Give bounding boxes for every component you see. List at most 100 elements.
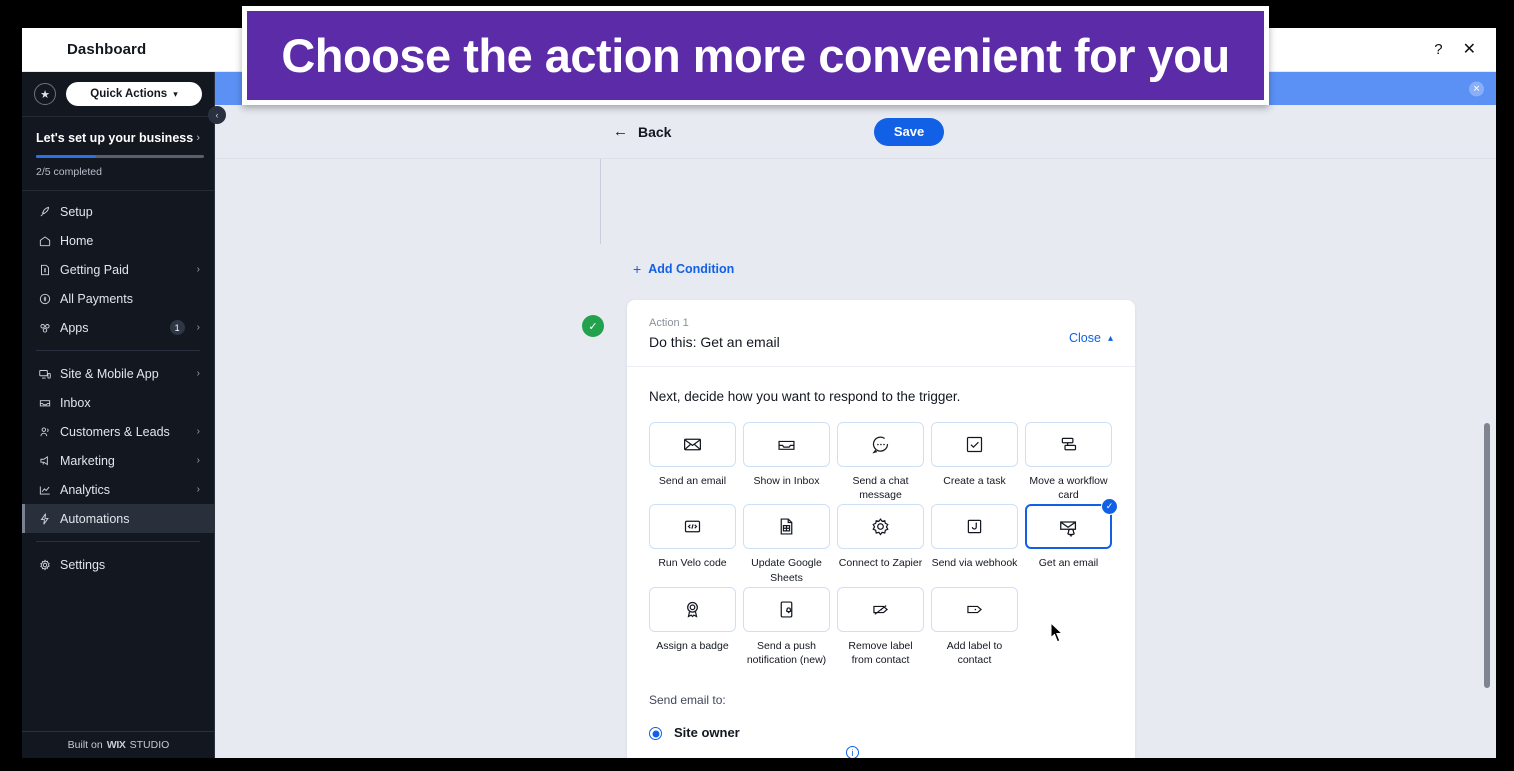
chevron-right-icon: ›	[196, 484, 200, 495]
action-tiles-grid: Send an email Show in Inbox Send a chat …	[649, 422, 1118, 667]
sidebar-item-getting-paid[interactable]: Getting Paid ›	[22, 255, 214, 284]
vertical-scrollbar[interactable]	[1484, 423, 1490, 688]
gear-icon	[38, 558, 60, 572]
sidebar-item-all-payments[interactable]: All Payments	[22, 284, 214, 313]
tile-label: Create a task	[943, 475, 1006, 487]
tile-box[interactable]	[837, 422, 924, 467]
tile-box[interactable]	[1025, 422, 1112, 467]
inbox-icon	[38, 396, 60, 410]
tag-slash-icon	[870, 599, 891, 620]
tile-label: Send an email	[658, 475, 727, 487]
tile-box[interactable]	[649, 504, 736, 550]
chat-bubble-icon	[870, 434, 891, 455]
chevron-right-icon: ›	[196, 455, 200, 466]
radio-button[interactable]	[649, 727, 662, 741]
action-tile-run-velo-code[interactable]: Run Velo code	[649, 504, 736, 584]
action-tile-move-a-workflow-card[interactable]: Move a workflow card	[1025, 422, 1112, 502]
action-status-check-icon: ✓	[582, 315, 604, 337]
info-icon[interactable]: i	[846, 746, 859, 758]
sidebar-footer: Built on WIX STUDIO	[22, 731, 215, 758]
sidebar-item-marketing[interactable]: Marketing ›	[22, 446, 214, 475]
action-card-title: Do this: Get an email	[649, 334, 780, 350]
tile-box[interactable]	[743, 586, 830, 632]
chevron-right-icon: ›	[196, 264, 200, 275]
tile-box[interactable]	[837, 586, 924, 632]
action-tile-get-an-email[interactable]: ✓ Get an email	[1025, 498, 1118, 584]
sidebar-item-setup[interactable]: Setup	[22, 197, 214, 226]
star-icon[interactable]: ★	[34, 83, 56, 105]
workflow-cards-icon	[1058, 434, 1079, 455]
action-tile-remove-label-from-contact[interactable]: Remove label from contact	[837, 586, 924, 667]
sidebar-collapse-button[interactable]: ‹	[208, 106, 226, 124]
tile-box[interactable]	[649, 422, 736, 467]
sidebar-item-label: Customers & Leads	[60, 424, 170, 439]
tile-box[interactable]	[931, 586, 1018, 632]
apps-icon	[38, 321, 60, 335]
tile-box[interactable]	[837, 504, 924, 550]
sidebar-divider	[36, 350, 200, 351]
gear-icon	[870, 516, 891, 537]
tile-label: Assign a badge	[656, 639, 729, 652]
sidebar-item-analytics[interactable]: Analytics ›	[22, 475, 214, 504]
action-tile-send-via-webhook[interactable]: Send via webhook	[931, 504, 1018, 584]
footer-brand: WIX	[106, 739, 126, 751]
action-tile-add-label-to-contact[interactable]: Add label to contact	[931, 586, 1018, 667]
sidebar-item-customers-leads[interactable]: Customers & Leads ›	[22, 417, 214, 446]
tile-label: Send a push notification (new)	[746, 639, 827, 666]
sidebar-item-label: Apps	[60, 320, 89, 335]
sidebar-item-home[interactable]: Home	[22, 226, 214, 255]
sidebar-item-inbox[interactable]: Inbox	[22, 388, 214, 417]
back-button[interactable]: ← Back	[613, 123, 671, 140]
action-prompt: Next, decide how you want to respond to …	[649, 389, 961, 404]
tile-label: Get an email	[1038, 557, 1099, 570]
screen: Dashboard ? ✕ ★ Quick Actions ▾ Let's se…	[0, 0, 1514, 771]
sidebar-item-label: Analytics	[60, 482, 111, 497]
action-tile-show-in-inbox[interactable]: Show in Inbox	[743, 422, 830, 502]
main-content: ← Back Save + Add Condition ✓ Action 1 D…	[215, 105, 1496, 758]
chevron-right-icon: ›	[196, 368, 200, 379]
radio-option-site-owner[interactable]: Site owner i	[649, 725, 1113, 758]
sidebar-item-settings[interactable]: Settings	[22, 550, 214, 579]
sidebar-item-site-mobile-app[interactable]: Site & Mobile App ›	[22, 359, 214, 388]
action-card-close-button[interactable]: Close ▴	[1069, 331, 1113, 345]
action-tile-send-a-push-notification[interactable]: Send a push notification (new)	[743, 586, 830, 667]
flow-connector-line	[600, 159, 601, 244]
sidebar-item-apps[interactable]: Apps 1 ›	[22, 313, 214, 342]
action-tile-update-google-sheets[interactable]: Update Google Sheets	[743, 504, 830, 584]
people-icon	[38, 425, 60, 439]
action-tile-connect-to-zapier[interactable]: Connect to Zapier	[837, 504, 924, 584]
question-mark-icon[interactable]: ?	[1434, 42, 1442, 57]
setup-progress-row: Let's set up your business ›	[36, 131, 200, 145]
tile-box[interactable]	[931, 422, 1018, 467]
save-button[interactable]: Save	[874, 117, 944, 146]
sidebar-item-label: Inbox	[60, 395, 91, 410]
close-icon[interactable]: ✕	[1463, 41, 1476, 58]
action-card: Action 1 Do this: Get an email Close ▴ N…	[627, 300, 1135, 758]
megaphone-icon	[38, 454, 60, 468]
close-icon[interactable]: ✕	[1469, 81, 1484, 96]
action-tile-send-an-email[interactable]: Send an email	[649, 422, 736, 502]
setup-progress-block[interactable]: Let's set up your business › 2/5 complet…	[22, 117, 214, 191]
sidebar-item-automations[interactable]: Automations	[22, 504, 214, 533]
sidebar-top: ★ Quick Actions ▾	[22, 72, 214, 117]
sidebar: ★ Quick Actions ▾ Let's set up your busi…	[22, 72, 215, 758]
phone-bell-icon	[776, 599, 797, 620]
sidebar-item-label: Marketing	[60, 453, 115, 468]
tile-box[interactable]	[743, 504, 830, 550]
tile-label: Move a workflow card	[1029, 475, 1108, 502]
tile-box[interactable]	[649, 586, 736, 632]
tile-box[interactable]	[743, 422, 830, 467]
invoice-icon	[38, 263, 60, 277]
tile-box[interactable]	[931, 504, 1018, 550]
chevron-right-icon[interactable]: ›	[196, 132, 200, 144]
action-tile-create-a-task[interactable]: Create a task	[931, 422, 1018, 502]
action-tile-send-a-chat-message[interactable]: Send a chat message	[837, 422, 924, 502]
action-card-body: Next, decide how you want to respond to …	[627, 367, 1135, 758]
action-tile-assign-a-badge[interactable]: Assign a badge	[649, 586, 736, 667]
tile-label: Connect to Zapier	[838, 557, 923, 570]
tile-box[interactable]: ✓	[1025, 498, 1118, 550]
quick-actions-button[interactable]: Quick Actions ▾	[66, 82, 202, 106]
add-condition-button[interactable]: + Add Condition	[633, 261, 734, 277]
add-condition-label: Add Condition	[648, 262, 735, 276]
chevron-right-icon: ›	[196, 426, 200, 437]
